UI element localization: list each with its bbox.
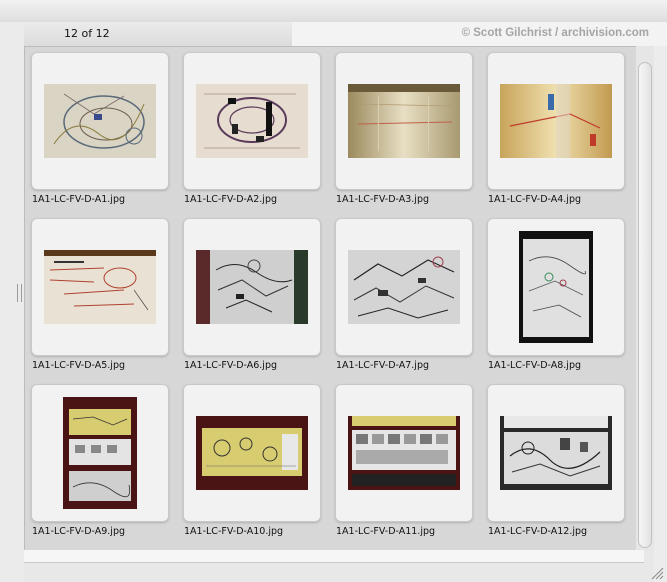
thumbnail-filename: 1A1-LC-FV-D-A1.jpg — [32, 194, 126, 205]
photo-thumbnail-image — [44, 250, 156, 324]
thumbnail-item[interactable]: 1A1-LC-FV-D-A9.jpg — [24, 378, 176, 538]
thumbnail-frame[interactable] — [487, 218, 625, 356]
thumbnail-filename: 1A1-LC-FV-D-A9.jpg — [32, 526, 126, 537]
drawing-thumbnail-image — [519, 231, 593, 343]
thumbnail-gallery: 1A1-LC-FV-D-A1.jpg 1A1-LC-FV-D-A2.jpg 1A… — [24, 46, 636, 550]
thumbnail-frame[interactable] — [335, 218, 473, 356]
thumbnail-frame[interactable] — [31, 384, 169, 522]
splitter-grip-icon[interactable] — [17, 284, 22, 302]
thumbnail-filename: 1A1-LC-FV-D-A6.jpg — [184, 360, 278, 371]
thumbnail-filename: 1A1-LC-FV-D-A11.jpg — [336, 526, 436, 537]
thumbnail-filename: 1A1-LC-FV-D-A3.jpg — [336, 194, 430, 205]
drawing-thumbnail-image — [196, 84, 308, 158]
thumbnail-frame[interactable] — [487, 52, 625, 190]
thumbnail-item[interactable]: 1A1-LC-FV-D-A3.jpg — [328, 46, 480, 206]
thumbnail-frame[interactable] — [31, 218, 169, 356]
thumbnail-frame[interactable] — [183, 52, 321, 190]
drawing-thumbnail-image — [196, 250, 308, 324]
image-count: 12 of 12 — [64, 27, 110, 40]
thumbnail-item[interactable]: 1A1-LC-FV-D-A7.jpg — [328, 212, 480, 372]
photo-thumbnail-image — [348, 84, 460, 158]
thumbnail-item[interactable]: 1A1-LC-FV-D-A8.jpg — [480, 212, 632, 372]
thumbnail-filename: 1A1-LC-FV-D-A4.jpg — [488, 194, 582, 205]
thumbnail-item[interactable]: 1A1-LC-FV-D-A10.jpg — [176, 378, 328, 538]
thumbnail-filename: 1A1-LC-FV-D-A8.jpg — [488, 360, 582, 371]
photo-thumbnail-image — [500, 84, 612, 158]
thumbnail-frame[interactable] — [335, 384, 473, 522]
drawing-thumbnail-image — [348, 250, 460, 324]
exhibit-thumbnail-image — [196, 416, 308, 490]
thumbnail-item[interactable]: 1A1-LC-FV-D-A12.jpg — [480, 378, 632, 538]
thumbnail-item[interactable]: 1A1-LC-FV-D-A5.jpg — [24, 212, 176, 372]
copyright-notice: © Scott Gilchrist / archivision.com — [461, 27, 649, 39]
right-margin — [654, 46, 667, 582]
thumbnail-item[interactable]: 1A1-LC-FV-D-A1.jpg — [24, 46, 176, 206]
thumbnail-frame[interactable] — [183, 218, 321, 356]
thumbnail-frame[interactable] — [31, 52, 169, 190]
thumbnail-item[interactable]: 1A1-LC-FV-D-A6.jpg — [176, 212, 328, 372]
thumbnail-frame[interactable] — [487, 384, 625, 522]
thumbnail-item[interactable]: 1A1-LC-FV-D-A2.jpg — [176, 46, 328, 206]
exhibit-thumbnail-image — [63, 397, 137, 509]
thumbnail-frame[interactable] — [335, 52, 473, 190]
thumbnail-filename: 1A1-LC-FV-D-A10.jpg — [184, 526, 284, 537]
gallery-footer — [24, 550, 644, 563]
resize-grip-icon[interactable] — [650, 566, 664, 580]
drawing-thumbnail-image — [44, 84, 156, 158]
vertical-scrollbar-thumb[interactable] — [638, 62, 652, 548]
thumbnail-frame[interactable] — [183, 384, 321, 522]
thumbnail-filename: 1A1-LC-FV-D-A7.jpg — [336, 360, 430, 371]
thumbnail-item[interactable]: 1A1-LC-FV-D-A11.jpg — [328, 378, 480, 538]
thumbnail-filename: 1A1-LC-FV-D-A5.jpg — [32, 360, 126, 371]
thumbnail-item[interactable]: 1A1-LC-FV-D-A4.jpg — [480, 46, 632, 206]
exhibit-thumbnail-image — [500, 416, 612, 490]
left-panel-edge — [0, 22, 24, 582]
window-top-bar — [0, 0, 667, 22]
thumbnail-filename: 1A1-LC-FV-D-A12.jpg — [488, 526, 588, 537]
thumbnail-filename: 1A1-LC-FV-D-A2.jpg — [184, 194, 278, 205]
exhibit-thumbnail-image — [348, 416, 460, 490]
